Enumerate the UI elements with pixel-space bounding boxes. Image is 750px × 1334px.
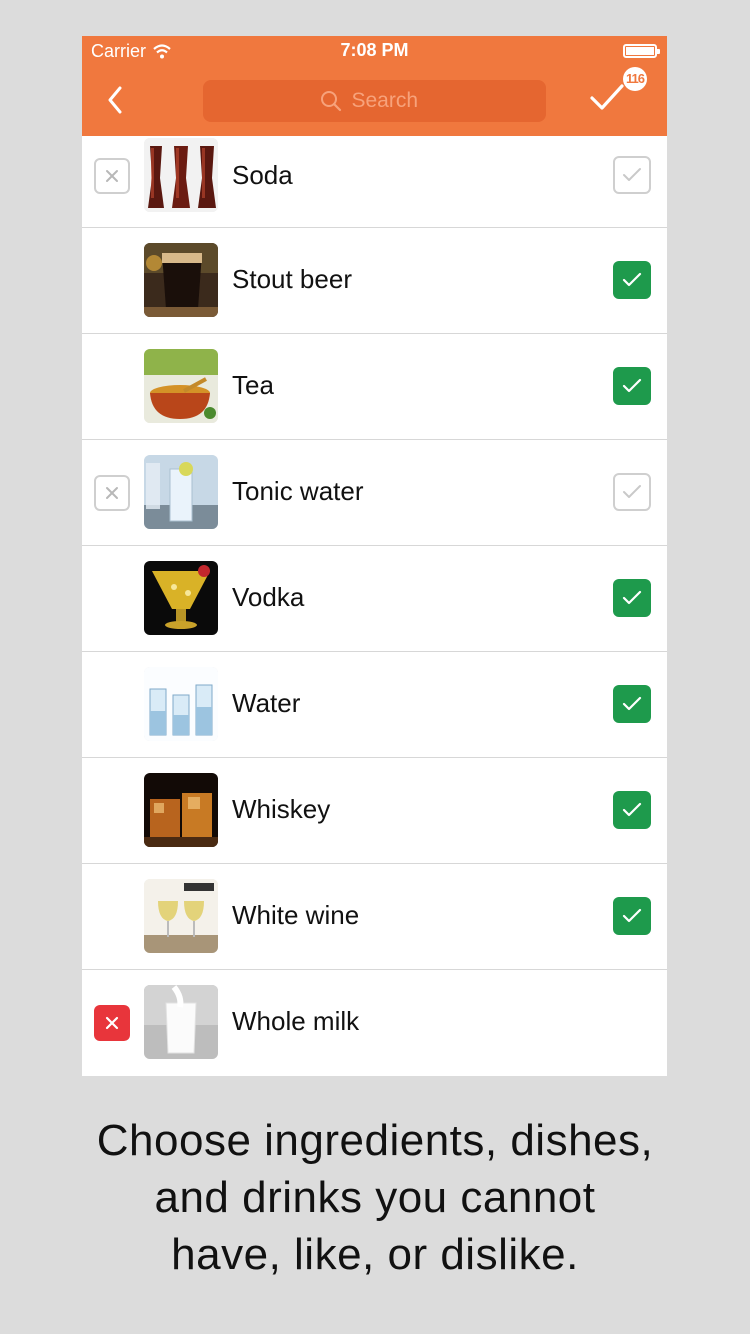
whiskey-glasses-image xyxy=(144,773,218,847)
status-time: 7:08 PM xyxy=(340,40,409,60)
cannot-have-toggle[interactable] xyxy=(94,1005,130,1041)
water-glasses-image xyxy=(144,667,218,741)
item-name: Stout beer xyxy=(232,264,352,294)
done-button[interactable] xyxy=(589,82,629,122)
status-bar: Carrier 7:08 PM xyxy=(82,36,667,68)
app-screen: Carrier 7:08 PM Search 116 Soda Stout be… xyxy=(82,36,667,1076)
drink-list: Soda Stout beer Tea Tonic water Vodka Wa… xyxy=(82,136,667,1076)
search-bar[interactable] xyxy=(203,80,546,122)
like-toggle[interactable] xyxy=(613,473,651,511)
promo-caption: Choose ingredients, dishes, and drinks y… xyxy=(0,1112,750,1283)
navigation-bar: Carrier 7:08 PM Search 116 xyxy=(82,36,667,136)
list-item: White wine xyxy=(82,864,667,970)
soda-glasses-image xyxy=(144,138,218,212)
like-toggle[interactable] xyxy=(613,685,651,723)
item-name: Whole milk xyxy=(232,1006,360,1036)
item-name: Water xyxy=(232,688,301,718)
caption-line: and drinks you cannot xyxy=(154,1173,596,1222)
item-name: White wine xyxy=(232,900,360,930)
like-toggle[interactable] xyxy=(613,156,651,194)
search-input[interactable] xyxy=(349,88,430,114)
list-item: Whole milk xyxy=(82,970,667,1076)
chevron-left-icon xyxy=(108,86,122,114)
vodka-cocktail-image xyxy=(144,561,218,635)
selection-count-badge: 116 xyxy=(623,67,647,91)
list-item: Tonic water xyxy=(82,440,667,546)
battery-icon xyxy=(623,44,660,58)
check-icon xyxy=(622,908,642,923)
checkmark-icon xyxy=(590,84,624,110)
list-item: Stout beer xyxy=(82,228,667,334)
list-item: Vodka xyxy=(82,546,667,652)
search-icon xyxy=(320,91,341,112)
check-icon xyxy=(622,802,642,817)
check-icon xyxy=(623,168,641,181)
list-item: Soda xyxy=(82,136,667,228)
like-toggle[interactable] xyxy=(613,897,651,935)
wine-glasses-image xyxy=(144,879,218,953)
list-item: Water xyxy=(82,652,667,758)
check-icon xyxy=(622,696,642,711)
caption-line: Choose ingredients, dishes, xyxy=(96,1116,654,1165)
close-icon xyxy=(106,170,118,182)
item-name: Whiskey xyxy=(232,794,331,824)
list-item: Tea xyxy=(82,334,667,440)
tonic-glass-image xyxy=(144,455,218,529)
item-name: Tonic water xyxy=(232,476,364,506)
item-name: Vodka xyxy=(232,582,305,612)
close-icon xyxy=(106,487,118,499)
item-name: Soda xyxy=(232,160,293,190)
item-name: Tea xyxy=(232,370,274,400)
tea-cup-image xyxy=(144,349,218,423)
check-icon xyxy=(622,378,642,393)
like-toggle[interactable] xyxy=(613,791,651,829)
check-icon xyxy=(623,485,641,498)
check-icon xyxy=(622,272,642,287)
check-icon xyxy=(622,590,642,605)
like-toggle[interactable] xyxy=(613,367,651,405)
stout-pint-image xyxy=(144,243,218,317)
cannot-have-toggle[interactable] xyxy=(94,158,130,194)
back-button[interactable] xyxy=(100,80,130,120)
caption-line: have, like, or dislike. xyxy=(171,1230,579,1279)
like-toggle[interactable] xyxy=(613,261,651,299)
like-toggle[interactable] xyxy=(613,579,651,617)
cannot-have-toggle[interactable] xyxy=(94,475,130,511)
list-item: Whiskey xyxy=(82,758,667,864)
close-icon xyxy=(105,1016,119,1030)
milk-glass-image xyxy=(144,985,218,1059)
